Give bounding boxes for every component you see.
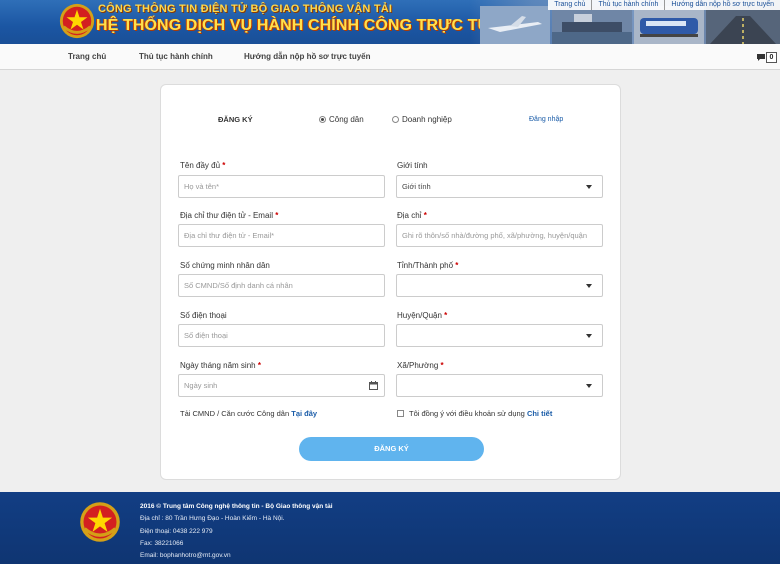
id-number-input[interactable]: Số CMND/Số định danh cá nhân xyxy=(178,274,385,297)
calendar-icon[interactable] xyxy=(369,381,378,390)
road-photo-icon xyxy=(706,6,780,44)
terms-checkbox[interactable] xyxy=(397,410,404,417)
main-nav: Trang chủ Thủ tục hành chính Hướng dẫn n… xyxy=(0,44,780,70)
gender-select[interactable]: Giới tính xyxy=(396,175,603,198)
chat-icon[interactable] xyxy=(757,54,765,61)
radio-citizen[interactable]: Công dân xyxy=(319,115,364,124)
nav-item-home[interactable]: Trang chủ xyxy=(68,52,106,61)
top-links-bar: Trang chủ Thủ tục hành chính Hướng dẫn n… xyxy=(548,0,780,10)
email-input[interactable]: Địa chỉ thư điện tử - Email* xyxy=(178,224,385,247)
chevron-down-icon xyxy=(586,185,592,189)
radio-business[interactable]: Doanh nghiệp xyxy=(392,115,452,124)
radio-button-icon[interactable] xyxy=(392,116,399,123)
radio-button-icon[interactable] xyxy=(319,116,326,123)
id-number-label: Số chứng minh nhân dân xyxy=(180,261,270,270)
province-label: Tỉnh/Thành phố * xyxy=(397,261,459,270)
message-count-badge[interactable]: 0 xyxy=(766,52,777,63)
header-title: HỆ THỐNG DỊCH VỤ HÀNH CHÍNH CÔNG TRỰC TU… xyxy=(96,17,523,34)
footer-phone: Điện thoại: 0438 222 979 xyxy=(140,528,213,535)
chevron-down-icon xyxy=(586,384,592,388)
full-name-input[interactable]: Họ và tên* xyxy=(178,175,385,198)
site-footer: 2016 © Trung tâm Công nghệ thông tin - B… xyxy=(0,492,780,564)
terms-text: Tôi đồng ý với điều khoản sử dụng Chi ti… xyxy=(409,409,553,418)
register-button[interactable]: ĐĂNG KÝ xyxy=(299,437,484,461)
email-label: Địa chỉ thư điện tử - Email * xyxy=(180,211,279,220)
upload-id-link[interactable]: Tại đây xyxy=(291,409,317,418)
gender-label: Giới tính xyxy=(397,161,428,170)
district-select[interactable] xyxy=(396,324,603,347)
ward-label: Xã/Phường * xyxy=(397,361,444,370)
nav-item-guide[interactable]: Hướng dẫn nộp hồ sơ trực tuyến xyxy=(244,52,371,61)
train-photo-icon xyxy=(634,6,704,44)
header-subtitle: CÔNG THÔNG TIN ĐIỆN TỬ BỘ GIAO THÔNG VẬN… xyxy=(98,3,393,15)
terms-agreement: Tôi đồng ý với điều khoản sử dụng Chi ti… xyxy=(397,409,552,418)
full-name-label: Tên đầy đủ * xyxy=(180,161,226,170)
national-emblem-icon xyxy=(59,3,95,39)
footer-copyright: 2016 © Trung tâm Công nghệ thông tin - B… xyxy=(140,503,333,510)
district-label: Huyện/Quận * xyxy=(397,311,448,320)
gender-select-value: Giới tính xyxy=(402,182,431,191)
radio-citizen-label: Công dân xyxy=(329,115,364,124)
login-link[interactable]: Đăng nhập xyxy=(529,116,563,123)
phone-label: Số điện thoại xyxy=(180,311,227,320)
chevron-down-icon xyxy=(586,284,592,288)
form-title: ĐĂNG KÝ xyxy=(218,115,253,124)
birthdate-placeholder: Ngày sinh xyxy=(184,381,218,390)
national-emblem-icon xyxy=(80,502,120,542)
terms-details-link[interactable]: Chi tiết xyxy=(527,409,552,418)
registration-form: ĐĂNG KÝ Công dân Doanh nghiệp Đăng nhập … xyxy=(160,84,621,480)
province-select[interactable] xyxy=(396,274,603,297)
footer-email: Email: bophanhotro@mt.gov.vn xyxy=(140,552,231,559)
ward-select[interactable] xyxy=(396,374,603,397)
upload-id-note: Tải CMND / Căn cước Công dân Tại đây xyxy=(180,409,318,418)
birthdate-label: Ngày tháng năm sinh * xyxy=(180,361,261,370)
top-link-procedures[interactable]: Thủ tục hành chính xyxy=(591,0,664,10)
radio-business-label: Doanh nghiệp xyxy=(402,115,452,124)
top-link-home[interactable]: Trang chủ xyxy=(548,0,591,10)
airplane-photo-icon xyxy=(480,6,550,44)
address-input[interactable]: Ghi rõ thôn/số nhà/đường phố, xã/phường,… xyxy=(396,224,603,247)
phone-input[interactable]: Số điện thoại xyxy=(178,324,385,347)
footer-address: Địa chỉ : 80 Trần Hưng Đạo - Hoàn Kiếm -… xyxy=(140,515,285,522)
nav-item-procedures[interactable]: Thủ tục hành chính xyxy=(139,52,213,61)
address-label: Địa chỉ * xyxy=(397,211,427,220)
top-link-guide[interactable]: Hướng dẫn nộp hồ sơ trực tuyến xyxy=(664,0,780,10)
footer-fax: Fax: 38221066 xyxy=(140,540,184,547)
site-header: CÔNG THÔNG TIN ĐIỆN TỬ BỘ GIAO THÔNG VẬN… xyxy=(0,0,780,44)
birthdate-input[interactable]: Ngày sinh xyxy=(178,374,385,397)
ship-photo-icon xyxy=(552,6,632,44)
chevron-down-icon xyxy=(586,334,592,338)
